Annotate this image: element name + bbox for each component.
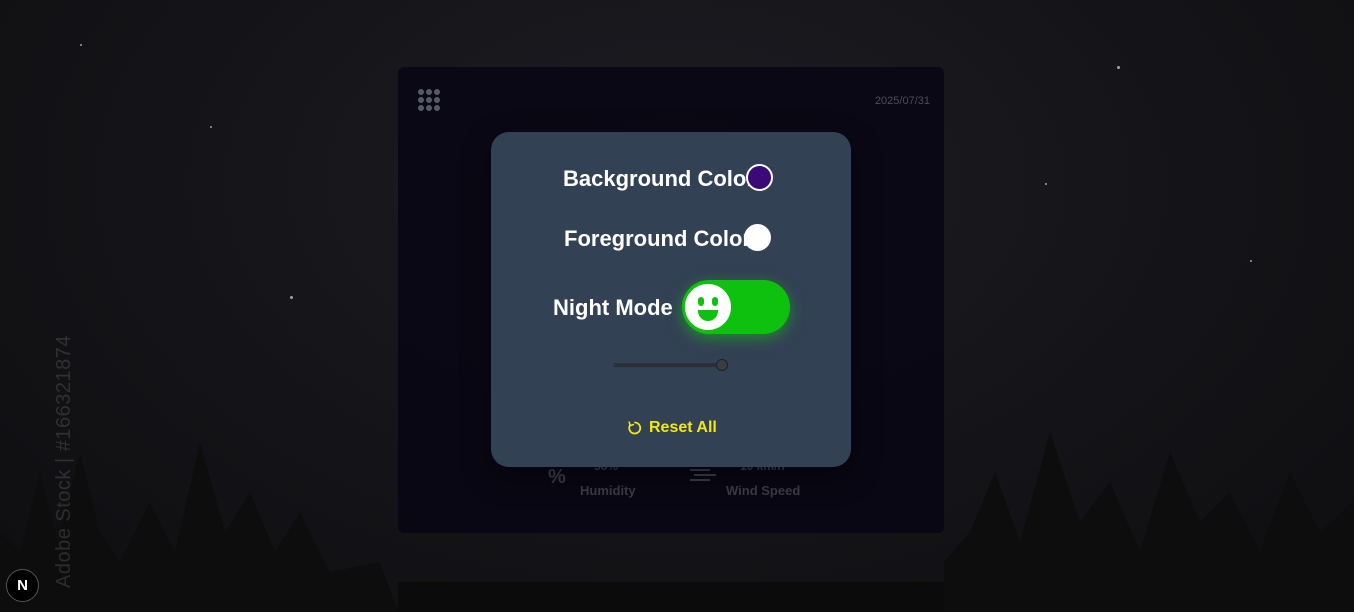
star xyxy=(1117,66,1120,69)
slider-fill xyxy=(614,364,722,366)
background-color-picker[interactable] xyxy=(746,164,773,191)
foreground-color-label: Foreground Color xyxy=(564,226,751,251)
reset-all-button[interactable]: Reset All xyxy=(627,419,717,437)
star xyxy=(290,296,293,299)
reset-icon xyxy=(628,421,642,435)
star xyxy=(210,126,212,128)
dev-tools-badge[interactable]: N xyxy=(6,569,39,602)
star xyxy=(1250,260,1252,262)
humidity-label: Humidity xyxy=(580,483,636,498)
smiley-face-icon xyxy=(683,282,733,332)
grid-dots-icon[interactable] xyxy=(418,89,440,111)
intensity-slider[interactable] xyxy=(613,359,728,371)
weather-date: 2025/07/31 xyxy=(874,95,930,107)
percent-icon: % xyxy=(548,466,566,488)
wind-icon xyxy=(690,469,716,481)
foreground-color-picker[interactable] xyxy=(744,224,771,251)
star xyxy=(80,44,82,46)
background-color-label: Background Color xyxy=(563,166,755,191)
night-mode-label: Night Mode xyxy=(553,295,673,320)
dev-badge-label: N xyxy=(17,577,28,594)
slider-thumb[interactable] xyxy=(716,359,728,371)
settings-modal: Background Color Foreground Color Night … xyxy=(491,132,851,467)
stock-watermark: Adobe Stock | #166321874 xyxy=(52,335,75,588)
night-mode-toggle[interactable] xyxy=(682,280,790,334)
reset-all-label: Reset All xyxy=(649,419,717,436)
wind-speed-label: Wind Speed xyxy=(726,483,801,498)
star xyxy=(1045,183,1047,185)
